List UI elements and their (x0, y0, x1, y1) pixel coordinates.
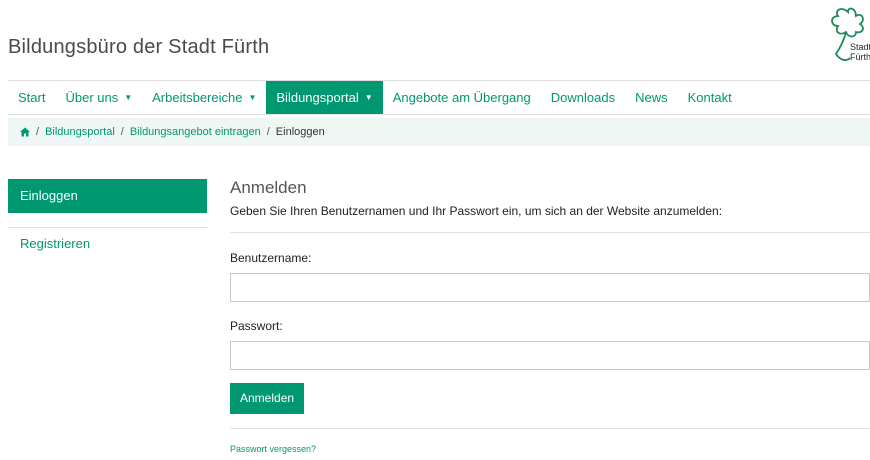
username-label: Benutzername: (230, 251, 312, 265)
breadcrumb: / Bildungsportal / Bildungsangebot eintr… (8, 118, 870, 146)
nav-label: Downloads (550, 90, 616, 105)
login-submit-button[interactable]: Anmelden (230, 383, 305, 414)
site-title[interactable]: Bildungsbüro der Stadt Fürth (8, 36, 269, 59)
nav-item-bildungsportal[interactable]: Bildungsportal ▼ (266, 81, 383, 114)
nav-label: Bildungsportal (276, 90, 359, 105)
breadcrumb-separator: / (266, 126, 270, 138)
main-nav: Start Über uns ▼ Arbeitsbereiche ▼ Bildung… (8, 80, 870, 115)
form-divider (230, 428, 870, 429)
nav-item-arbeitsbereiche[interactable]: Arbeitsbereiche ▼ (142, 81, 266, 114)
page-title: Anmelden (230, 178, 307, 197)
nav-label: News (635, 90, 668, 105)
breadcrumb-separator: / (36, 126, 40, 138)
nav-label: Kontakt (687, 90, 732, 105)
breadcrumb-separator: / (120, 126, 124, 138)
forgot-password-link[interactable]: Passwort vergessen? (230, 444, 870, 454)
sidebar-item-registrieren[interactable]: Registrieren (8, 228, 207, 260)
caret-down-icon: ▼ (124, 93, 133, 102)
password-input[interactable] (230, 341, 870, 370)
nav-item-start[interactable]: Start (8, 81, 55, 114)
nav-item-news[interactable]: News (625, 81, 678, 114)
nav-item-kontakt[interactable]: Kontakt (678, 81, 742, 114)
breadcrumb-current: Einloggen (275, 126, 325, 138)
sidebar: Einloggen Registrieren (8, 179, 207, 260)
password-label: Passwort: (230, 319, 283, 333)
login-form: Anmelden Geben Sie Ihren Benutzernamen u… (230, 178, 870, 454)
nav-label: Angebote am Übergang (392, 90, 531, 105)
logo-line2: Fürth (850, 52, 870, 62)
form-divider (230, 232, 870, 233)
nav-item-ueber-uns[interactable]: Über uns ▼ (55, 81, 142, 114)
breadcrumb-link-bildungsportal[interactable]: Bildungsportal (45, 126, 115, 138)
username-input[interactable] (230, 273, 870, 302)
caret-down-icon: ▼ (364, 93, 373, 102)
login-intro: Geben Sie Ihren Benutzernamen und Ihr Pa… (230, 204, 723, 218)
nav-label: Über uns (65, 90, 119, 105)
sidebar-item-einloggen[interactable]: Einloggen (8, 179, 207, 213)
logo-line1: Stadt (850, 42, 870, 52)
nav-item-angebote[interactable]: Angebote am Übergang (383, 81, 541, 114)
caret-down-icon: ▼ (248, 93, 257, 102)
nav-label: Start (18, 90, 46, 105)
nav-item-downloads[interactable]: Downloads (541, 81, 625, 114)
home-icon[interactable] (20, 127, 30, 137)
nav-label: Arbeitsbereiche (152, 90, 243, 105)
breadcrumb-link-bildungsangebot[interactable]: Bildungsangebot eintragen (130, 126, 261, 138)
logo-text: Stadt Fürth (850, 42, 870, 62)
